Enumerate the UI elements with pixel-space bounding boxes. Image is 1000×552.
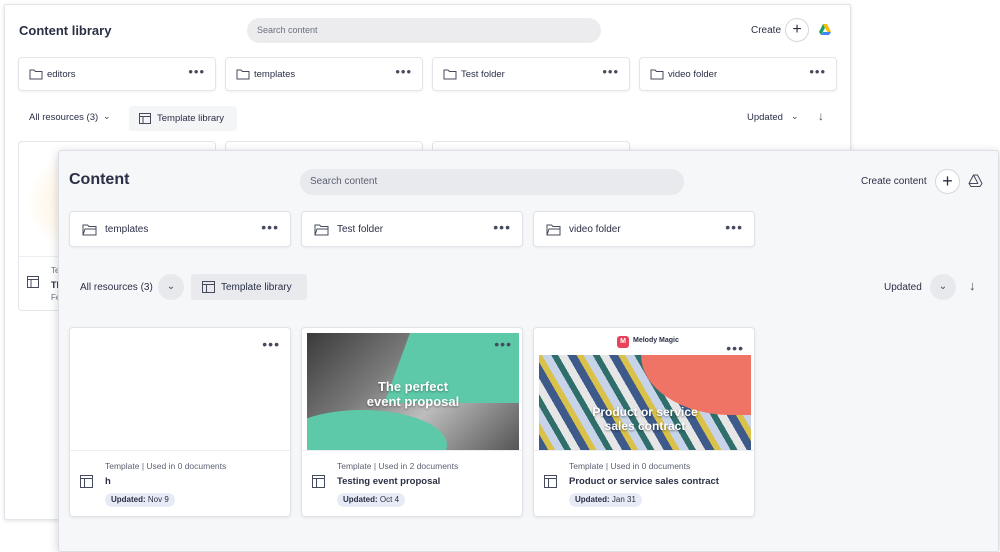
thumbnail-text-line: The perfect (377, 379, 449, 394)
thumbnail-text: Product or service sales contract (539, 405, 751, 433)
thumbnail-text-line: event proposal (366, 394, 460, 409)
create-content-label[interactable]: Create content (861, 176, 927, 187)
folder-name: templates (254, 69, 296, 80)
template-card[interactable]: ••• Template | Used in 0 documents h Upd… (69, 327, 291, 517)
card-title: h (105, 476, 111, 487)
template-card[interactable]: The perfect event proposal ••• Template … (301, 327, 523, 517)
folder-icon (650, 69, 664, 80)
more-options-icon[interactable]: ••• (726, 340, 744, 356)
card-meta: Template | Used in 0 documents (569, 461, 691, 471)
thumbnail-text-line: sales contract (604, 419, 686, 433)
card-thumbnail: M Melody Magic Product or service sales … (539, 333, 751, 450)
folder-card[interactable]: templates ••• (69, 211, 291, 247)
folder-icon (236, 69, 250, 80)
sort-direction-icon[interactable]: ↓ (969, 278, 976, 293)
more-options-icon[interactable]: ••• (261, 219, 279, 235)
folder-card[interactable]: Test folder ••• (301, 211, 523, 247)
updated-label: Updated: (343, 495, 378, 504)
more-options-icon[interactable]: ••• (809, 64, 826, 79)
folder-card[interactable]: templates ••• (225, 57, 423, 91)
folder-icon (443, 69, 457, 80)
template-library-button[interactable]: Template library (191, 274, 307, 300)
more-options-icon[interactable]: ••• (493, 219, 511, 235)
folder-name: Test folder (337, 224, 384, 235)
folder-card[interactable]: editors ••• (18, 57, 216, 91)
folder-name: video folder (569, 224, 621, 235)
page-title: Content (69, 171, 130, 188)
folder-name: editors (47, 69, 76, 80)
more-options-icon[interactable]: ••• (188, 64, 205, 79)
template-card[interactable]: M Melody Magic Product or service sales … (533, 327, 755, 517)
chevron-down-icon[interactable]: ⌄ (103, 111, 111, 122)
all-resources-filter[interactable]: All resources (3) (29, 112, 98, 123)
template-icon (27, 276, 39, 288)
updated-label: Updated: (575, 495, 610, 504)
thumbnail-text: The perfect event proposal (307, 379, 519, 409)
card-meta: Template | Used in 0 documents (105, 461, 227, 471)
folder-name: Test folder (461, 69, 505, 80)
template-icon (544, 475, 557, 488)
folder-icon (314, 224, 329, 236)
more-options-icon[interactable]: ••• (262, 336, 280, 352)
brand-name: Melody Magic (633, 337, 679, 344)
template-icon (312, 475, 325, 488)
template-icon (80, 475, 93, 488)
folder-card[interactable]: video folder ••• (533, 211, 755, 247)
folder-icon (29, 69, 43, 80)
card-thumbnail (75, 333, 287, 450)
brand-mark-icon: M (617, 336, 629, 348)
google-drive-icon[interactable] (818, 23, 832, 37)
folder-name: video folder (668, 69, 718, 80)
chevron-down-icon[interactable]: ⌄ (930, 274, 956, 300)
updated-badge: Updated: Jan 31 (569, 493, 642, 507)
folder-card[interactable]: video folder ••• (639, 57, 837, 91)
create-plus-button[interactable]: + (785, 18, 809, 42)
search-input[interactable]: Search content (247, 18, 601, 43)
all-resources-filter[interactable]: All resources (3) (80, 282, 153, 293)
chevron-down-icon[interactable]: ⌄ (791, 111, 799, 122)
sort-dropdown[interactable]: Updated (747, 112, 783, 123)
card-meta: Template | Used in 2 documents (337, 461, 459, 471)
card-thumbnail: The perfect event proposal (307, 333, 519, 450)
search-input[interactable]: Search content (300, 169, 684, 195)
template-icon (139, 113, 151, 124)
front-window: Content Search content Create content + … (58, 150, 999, 552)
create-plus-button[interactable]: + (935, 169, 960, 194)
template-icon (202, 281, 215, 293)
sort-direction-icon[interactable]: ↓ (818, 109, 824, 123)
updated-value: Nov 9 (147, 495, 169, 504)
folder-icon (82, 224, 97, 236)
sort-dropdown[interactable]: Updated (884, 282, 922, 293)
updated-value: Jan 31 (611, 495, 636, 504)
more-options-icon[interactable]: ••• (725, 219, 743, 235)
template-library-label: Template library (157, 113, 225, 124)
folder-card[interactable]: Test folder ••• (432, 57, 630, 91)
thumbnail-text-line: Product or service (592, 405, 698, 419)
more-options-icon[interactable]: ••• (494, 336, 512, 352)
folder-name: templates (105, 224, 149, 235)
more-options-icon[interactable]: ••• (602, 64, 619, 79)
updated-badge: Updated: Nov 9 (105, 493, 175, 507)
page-title: Content library (19, 23, 112, 38)
updated-badge: Updated: Oct 4 (337, 493, 406, 507)
google-drive-icon[interactable] (968, 174, 983, 188)
updated-label: Updated: (111, 495, 146, 504)
updated-value: Oct 4 (379, 495, 400, 504)
more-options-icon[interactable]: ••• (395, 64, 412, 79)
card-title: Product or service sales contract (569, 476, 719, 487)
chevron-down-icon[interactable]: ⌄ (158, 274, 184, 300)
card-title: Testing event proposal (337, 476, 441, 487)
folder-icon (546, 224, 561, 236)
template-library-label: Template library (221, 282, 292, 293)
template-library-button[interactable]: Template library (129, 106, 237, 131)
create-button-label[interactable]: Create (751, 25, 781, 36)
